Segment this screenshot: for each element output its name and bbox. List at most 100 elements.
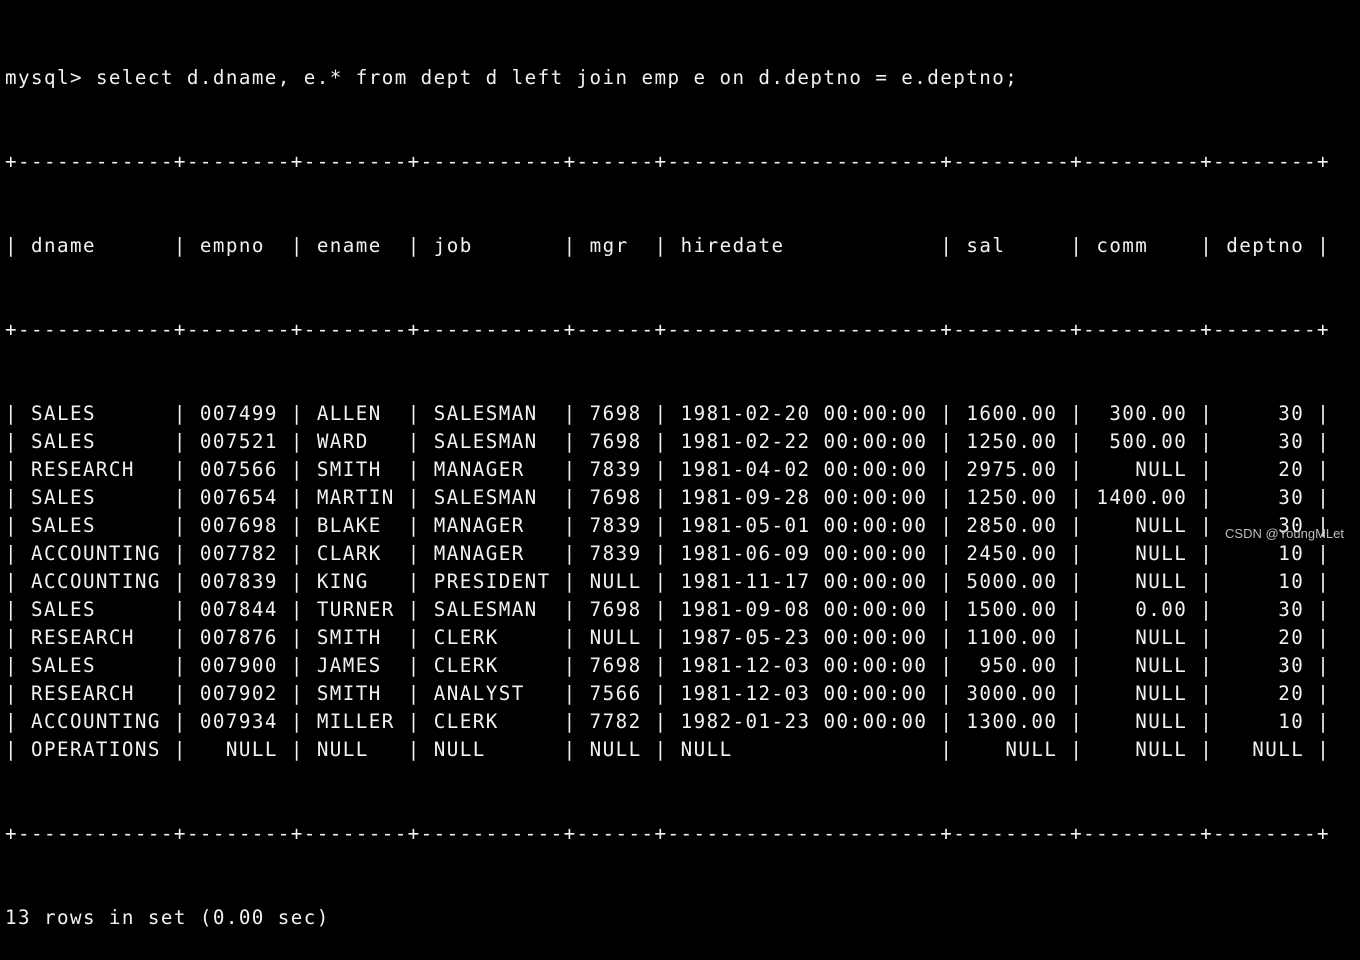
cell-empno: 007698 <box>199 514 278 537</box>
cell-ename: SMITH <box>316 458 395 481</box>
cell-dname: ACCOUNTING <box>30 570 161 593</box>
table-row: | ACCOUNTING | 007839 | KING | PRESIDENT… <box>5 570 1331 593</box>
cell-job: SALESMAN <box>433 598 551 621</box>
table-row: | RESEARCH | 007902 | SMITH | ANALYST | … <box>5 682 1331 705</box>
cell-hiredate: 1981-06-09 00:00:00 <box>680 542 928 565</box>
cell-dname: RESEARCH <box>30 458 161 481</box>
cell-mgr: 7839 <box>589 542 642 565</box>
cell-ename: CLARK <box>316 542 395 565</box>
cell-hiredate: 1981-02-20 00:00:00 <box>680 402 928 425</box>
cell-empno: 007782 <box>199 542 278 565</box>
cell-mgr: NULL <box>589 570 642 593</box>
cell-hiredate: 1981-12-03 00:00:00 <box>680 682 928 705</box>
cell-comm: NULL <box>1096 654 1188 677</box>
cell-mgr: 7839 <box>589 458 642 481</box>
column-header-mgr: mgr <box>589 234 642 257</box>
table-row: | SALES | 007844 | TURNER | SALESMAN | 7… <box>5 598 1331 621</box>
cell-mgr: 7782 <box>589 710 642 733</box>
cell-comm: NULL <box>1096 626 1188 649</box>
cell-mgr: 7698 <box>589 486 642 509</box>
cell-job: CLERK <box>433 654 551 677</box>
cell-comm: NULL <box>1096 458 1188 481</box>
cell-hiredate: 1981-11-17 00:00:00 <box>680 570 928 593</box>
cell-hiredate: 1987-05-23 00:00:00 <box>680 626 928 649</box>
cell-dname: SALES <box>30 654 161 677</box>
cell-sal: NULL <box>966 738 1058 761</box>
cell-comm: 300.00 <box>1096 402 1188 425</box>
cell-dname: SALES <box>30 514 161 537</box>
cell-ename: NULL <box>316 738 395 761</box>
cell-comm: 0.00 <box>1096 598 1188 621</box>
cell-deptno: 10 <box>1226 710 1305 733</box>
cell-empno: 007876 <box>199 626 278 649</box>
cell-job: CLERK <box>433 626 551 649</box>
cell-deptno: 30 <box>1226 402 1305 425</box>
table-row: | SALES | 007900 | JAMES | CLERK | 7698 … <box>5 654 1331 677</box>
cell-ename: MILLER <box>316 710 395 733</box>
cell-comm: 500.00 <box>1096 430 1188 453</box>
table-border-bottom: +------------+--------+--------+--------… <box>5 822 1330 845</box>
cell-empno: 007654 <box>199 486 278 509</box>
watermark: CSDN @YoungMLet <box>1225 526 1344 541</box>
column-header-empno: empno <box>199 234 278 257</box>
table-body: | SALES | 007499 | ALLEN | SALESMAN | 76… <box>5 400 1330 764</box>
cell-dname: RESEARCH <box>30 626 161 649</box>
cell-hiredate: 1981-12-03 00:00:00 <box>680 654 928 677</box>
cell-ename: ALLEN <box>316 402 395 425</box>
table-row: | SALES | 007499 | ALLEN | SALESMAN | 76… <box>5 402 1331 425</box>
cell-mgr: 7698 <box>589 430 642 453</box>
table-row: | RESEARCH | 007876 | SMITH | CLERK | NU… <box>5 626 1331 649</box>
cell-ename: TURNER <box>316 598 395 621</box>
cell-comm: NULL <box>1096 542 1188 565</box>
terminal-output[interactable]: mysql> select d.dname, e.* from dept d l… <box>5 8 1330 960</box>
cell-dname: SALES <box>30 402 161 425</box>
table-row: | SALES | 007698 | BLAKE | MANAGER | 783… <box>5 514 1331 537</box>
cell-empno: 007902 <box>199 682 278 705</box>
cell-mgr: 7839 <box>589 514 642 537</box>
table-row: | OPERATIONS | NULL | NULL | NULL | NULL… <box>5 738 1331 761</box>
cell-deptno: 30 <box>1226 654 1305 677</box>
cell-deptno: NULL <box>1226 738 1305 761</box>
cell-job: NULL <box>433 738 551 761</box>
cell-comm: 1400.00 <box>1096 486 1188 509</box>
table-header-row: | dname | empno | ename | job | mgr | hi… <box>5 234 1331 257</box>
cell-deptno: 10 <box>1226 542 1305 565</box>
cell-job: MANAGER <box>433 458 551 481</box>
cell-sal: 2850.00 <box>966 514 1058 537</box>
sql-command: select d.dname, e.* from dept d left joi… <box>95 66 1019 89</box>
column-header-deptno: deptno <box>1226 234 1305 257</box>
table-row: | ACCOUNTING | 007782 | CLARK | MANAGER … <box>5 542 1331 565</box>
cell-comm: NULL <box>1096 682 1188 705</box>
column-header-hiredate: hiredate <box>680 234 928 257</box>
table-row: | RESEARCH | 007566 | SMITH | MANAGER | … <box>5 458 1331 481</box>
cell-job: SALESMAN <box>433 402 551 425</box>
cell-empno: 007934 <box>199 710 278 733</box>
command-line: mysql> select d.dname, e.* from dept d l… <box>5 64 1330 92</box>
cell-sal: 1600.00 <box>966 402 1058 425</box>
cell-job: CLERK <box>433 710 551 733</box>
cell-sal: 3000.00 <box>966 682 1058 705</box>
cell-ename: WARD <box>316 430 395 453</box>
cell-dname: SALES <box>30 598 161 621</box>
cell-sal: 1500.00 <box>966 598 1058 621</box>
cell-job: MANAGER <box>433 514 551 537</box>
cell-mgr: NULL <box>589 738 642 761</box>
cell-sal: 1100.00 <box>966 626 1058 649</box>
cell-hiredate: 1981-04-02 00:00:00 <box>680 458 928 481</box>
cell-deptno: 30 <box>1226 430 1305 453</box>
table-row: | ACCOUNTING | 007934 | MILLER | CLERK |… <box>5 710 1331 733</box>
cell-empno: 007499 <box>199 402 278 425</box>
column-header-comm: comm <box>1096 234 1188 257</box>
column-header-job: job <box>433 234 551 257</box>
cell-job: ANALYST <box>433 682 551 705</box>
cell-sal: 950.00 <box>966 654 1058 677</box>
cell-deptno: 30 <box>1226 486 1305 509</box>
cell-comm: NULL <box>1096 710 1188 733</box>
cell-comm: NULL <box>1096 738 1188 761</box>
cell-job: SALESMAN <box>433 430 551 453</box>
cell-empno: 007839 <box>199 570 278 593</box>
result-status: 13 rows in set (0.00 sec) <box>5 906 330 929</box>
cell-deptno: 20 <box>1226 458 1305 481</box>
table-border-top: +------------+--------+--------+--------… <box>5 150 1330 173</box>
cell-ename: MARTIN <box>316 486 395 509</box>
